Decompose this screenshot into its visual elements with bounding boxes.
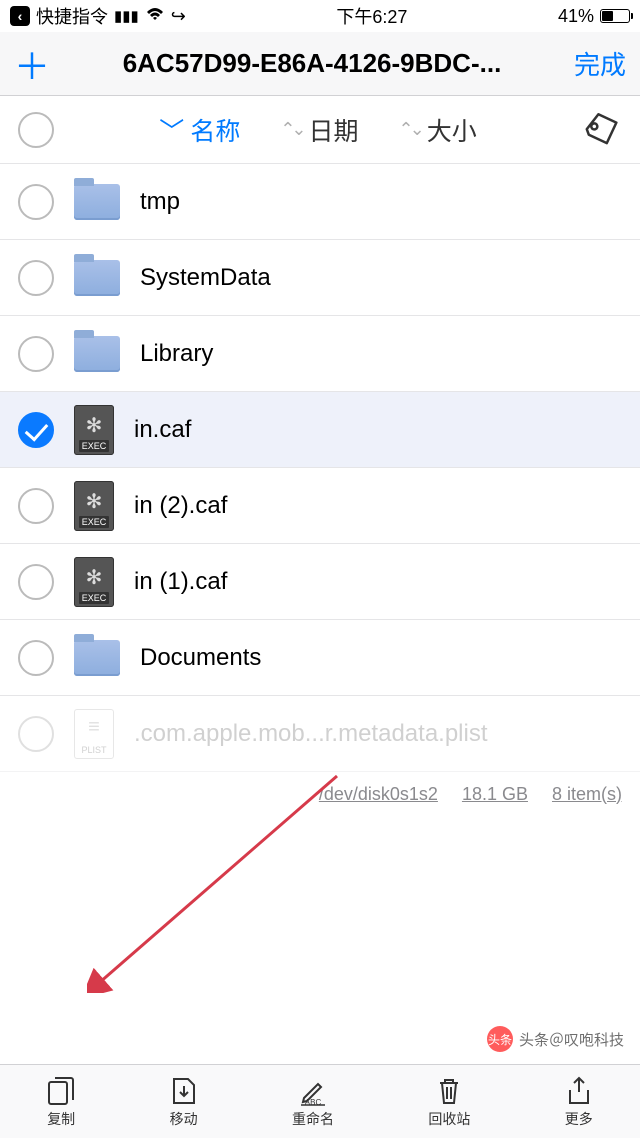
file-name: .com.apple.mob...r.metadata.plist	[134, 720, 488, 748]
file-row[interactable]: EXEC in.caf	[0, 392, 640, 468]
file-row[interactable]: Library	[0, 316, 640, 392]
row-checkbox[interactable]	[18, 716, 54, 752]
row-checkbox[interactable]	[18, 640, 54, 676]
back-app-label: 快捷指令	[36, 3, 108, 29]
file-row[interactable]: SystemData	[0, 240, 640, 316]
file-name: in.caf	[134, 416, 191, 444]
sort-arrows-icon: ⌃⌄	[399, 119, 421, 140]
rename-button[interactable]: ABC 重命名	[292, 1075, 334, 1129]
chevron-down-icon: ﹀	[159, 112, 184, 148]
file-row[interactable]: PLIST .com.apple.mob...r.metadata.plist	[0, 696, 640, 772]
file-name: Library	[140, 340, 213, 368]
folder-icon	[74, 260, 120, 296]
file-name: in (2).caf	[134, 492, 227, 520]
row-checkbox[interactable]	[18, 564, 54, 600]
info-bar: /dev/disk0s1s2 18.1 GB 8 item(s)	[0, 772, 640, 816]
bottom-toolbar: 复制 移动 ABC 重命名 回收站 更多	[0, 1064, 640, 1138]
disk-path[interactable]: /dev/disk0s1s2	[319, 784, 438, 805]
exec-file-icon: EXEC	[74, 557, 114, 607]
move-button[interactable]: 移动	[170, 1075, 198, 1129]
top-nav: ＋ 6AC57D99-E86A-4126-9BDC-... 完成	[0, 32, 640, 96]
file-list: tmp SystemData Library EXEC in.caf EXEC in (2)…	[0, 164, 640, 772]
copy-button[interactable]: 复制	[47, 1075, 75, 1129]
row-checkbox[interactable]	[18, 336, 54, 372]
sort-by-size[interactable]: ⌃⌄ 大小	[399, 112, 477, 148]
exec-file-icon: EXEC	[74, 481, 114, 531]
file-name: tmp	[140, 188, 180, 216]
battery-icon	[600, 9, 630, 23]
file-row[interactable]: EXEC in (1).caf	[0, 544, 640, 620]
status-bar: ‹ 快捷指令 ▮▮▮ ↪ 下午6:27 41%	[0, 0, 640, 32]
more-button[interactable]: 更多	[565, 1075, 593, 1129]
status-time: 下午6:27	[186, 3, 558, 29]
folder-icon	[74, 336, 120, 372]
select-all-checkbox[interactable]	[18, 112, 54, 148]
folder-icon	[74, 640, 120, 676]
tag-icon[interactable]	[576, 104, 627, 155]
battery-percent: 41%	[558, 6, 594, 27]
item-count[interactable]: 8 item(s)	[552, 784, 622, 805]
file-row[interactable]: Documents	[0, 620, 640, 696]
sort-by-name[interactable]: ﹀ 名称	[159, 112, 240, 148]
signal-icon: ▮▮▮	[114, 7, 139, 25]
row-checkbox[interactable]	[18, 412, 54, 448]
wifi-icon	[145, 6, 165, 27]
file-row[interactable]: EXEC in (2).caf	[0, 468, 640, 544]
move-icon	[171, 1075, 197, 1107]
exec-file-icon: EXEC	[74, 405, 114, 455]
sort-by-date[interactable]: ⌃⌄ 日期	[280, 112, 358, 148]
page-title: 6AC57D99-E86A-4126-9BDC-...	[50, 48, 574, 79]
watermark-text: 头条＠叹咆科技	[519, 1029, 624, 1050]
share-indicator-icon: ↪	[171, 6, 186, 27]
watermark: 头条 头条＠叹咆科技	[487, 1026, 624, 1052]
watermark-icon: 头条	[487, 1026, 513, 1052]
file-name: Documents	[140, 644, 261, 672]
file-name: SystemData	[140, 264, 271, 292]
file-row[interactable]: tmp	[0, 164, 640, 240]
row-checkbox[interactable]	[18, 488, 54, 524]
trash-button[interactable]: 回收站	[428, 1075, 470, 1129]
plist-file-icon: PLIST	[74, 709, 114, 759]
share-icon	[566, 1075, 592, 1107]
copy-icon	[47, 1075, 75, 1107]
disk-space[interactable]: 18.1 GB	[462, 784, 528, 805]
sort-arrows-icon: ⌃⌄	[280, 119, 302, 140]
row-checkbox[interactable]	[18, 260, 54, 296]
file-name: in (1).caf	[134, 568, 227, 596]
row-checkbox[interactable]	[18, 184, 54, 220]
sort-bar: ﹀ 名称 ⌃⌄ 日期 ⌃⌄ 大小	[0, 96, 640, 164]
folder-icon	[74, 184, 120, 220]
add-button[interactable]: ＋	[14, 38, 50, 90]
trash-icon	[436, 1075, 462, 1107]
done-button[interactable]: 完成	[574, 45, 626, 82]
back-icon[interactable]: ‹	[10, 6, 30, 26]
rename-icon: ABC	[298, 1075, 328, 1107]
